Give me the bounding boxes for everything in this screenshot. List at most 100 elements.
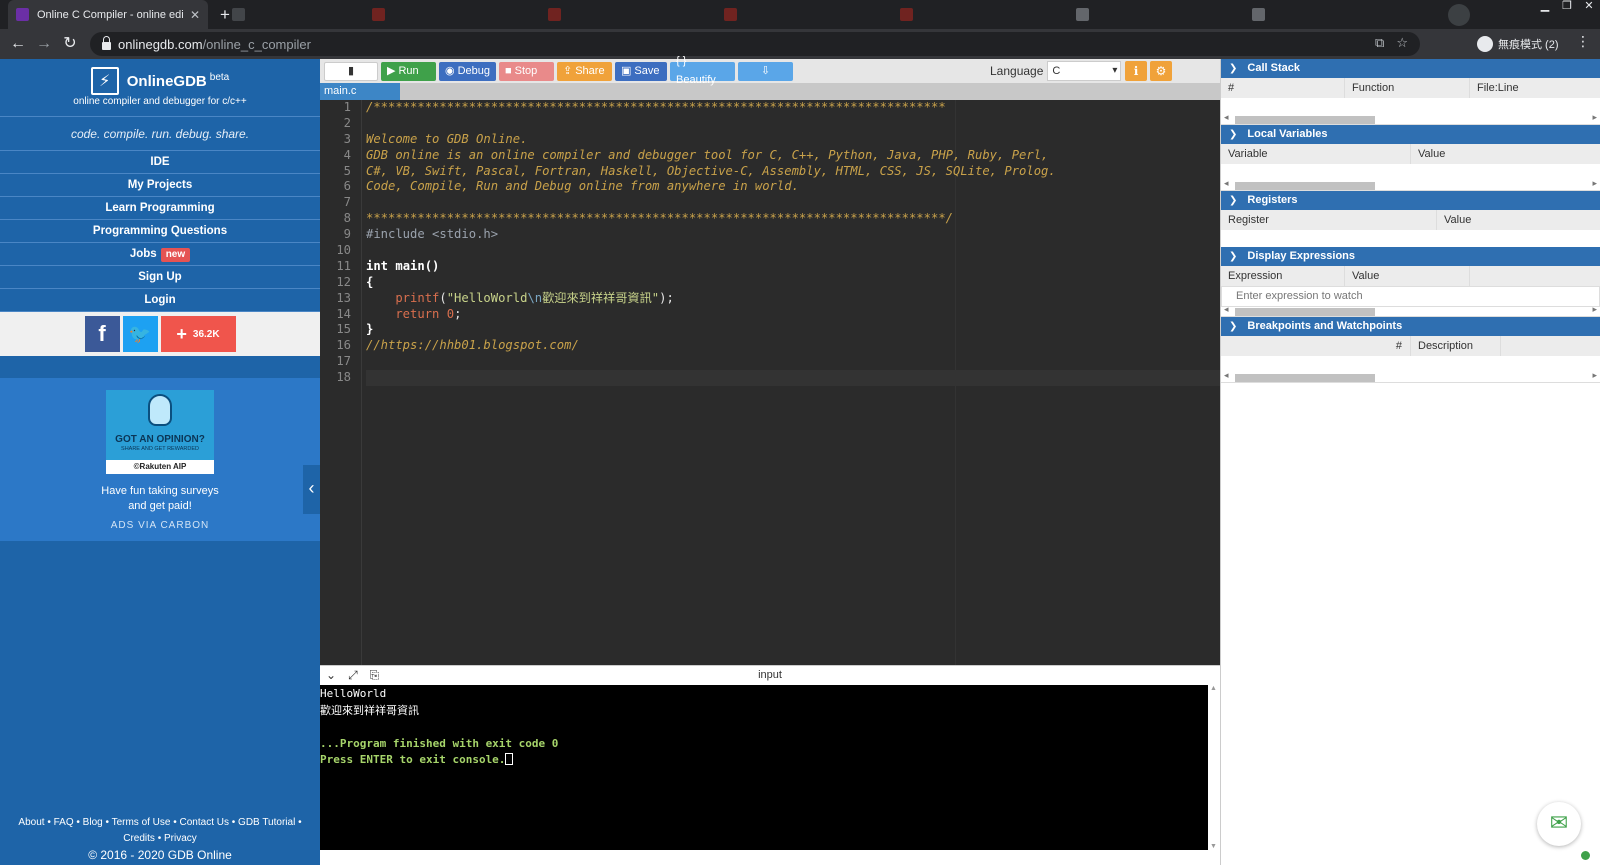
- back-arrow-icon[interactable]: ←: [8, 34, 28, 54]
- scroll-thumb[interactable]: [1235, 182, 1375, 190]
- stop-icon: ■: [505, 64, 512, 77]
- twitter-icon[interactable]: 🐦: [122, 316, 158, 352]
- watch-expression-input[interactable]: Enter expression to watch: [1221, 286, 1600, 307]
- info-icon[interactable]: ℹ: [1125, 61, 1147, 81]
- code-line-12[interactable]: {: [366, 275, 1220, 291]
- debug-button[interactable]: ◉ Debug: [439, 61, 496, 81]
- scroll-thumb[interactable]: [1235, 308, 1375, 316]
- facebook-icon[interactable]: f: [84, 316, 120, 352]
- code-line-14[interactable]: return 0;: [366, 307, 1220, 323]
- menu-item-programming-questions[interactable]: Programming Questions: [0, 220, 320, 243]
- code-line-16[interactable]: //https://hhb01.blogspot.com/: [366, 338, 1220, 354]
- footer-links-2[interactable]: Credits • Privacy: [0, 831, 320, 847]
- social-bar: f 🐦 +36.2K: [0, 312, 320, 356]
- file-tab-main-c[interactable]: main.c: [320, 83, 400, 100]
- menu-item-learn-programming[interactable]: Learn Programming: [0, 197, 320, 220]
- menu-item-my-projects[interactable]: My Projects: [0, 174, 320, 197]
- beautify-button[interactable]: { } Beautify: [670, 55, 735, 86]
- registers-header[interactable]: ❯ Registers: [1221, 191, 1600, 210]
- floppy-icon: ▣: [621, 64, 632, 77]
- browser-tab[interactable]: [224, 0, 364, 29]
- local-variables-header[interactable]: ❯ Local Variables: [1221, 125, 1600, 144]
- console-line: Press ENTER to exit console.: [320, 752, 1208, 769]
- tab-favicon-icon: [548, 8, 561, 21]
- new-tab-button[interactable]: +: [214, 4, 236, 26]
- address-bar[interactable]: onlinegdb.com /online_c_compiler ⧉ ☆: [90, 32, 1420, 56]
- run-button[interactable]: ▶ Run: [381, 61, 436, 81]
- horizontal-scrollbar[interactable]: [1221, 178, 1600, 191]
- code-line-17[interactable]: [366, 354, 1220, 370]
- code-lines[interactable]: /***************************************…: [366, 100, 1220, 387]
- forward-arrow-icon[interactable]: →: [34, 34, 54, 54]
- horizontal-scrollbar[interactable]: [1221, 304, 1600, 317]
- code-line-11[interactable]: int main(): [366, 259, 1220, 275]
- browser-tab[interactable]: [716, 0, 892, 29]
- tab-favicon-icon: [1252, 8, 1265, 21]
- reload-icon[interactable]: ↻: [60, 34, 80, 54]
- bookmark-star-icon[interactable]: ☆: [1396, 35, 1408, 51]
- output-console[interactable]: HelloWorld 歡迎來到祥祥哥資訊 ...Program finished…: [320, 685, 1208, 850]
- line-number: 12: [336, 274, 351, 289]
- tab-search-icon[interactable]: [1448, 4, 1470, 26]
- browser-tab[interactable]: [364, 0, 540, 29]
- language-select[interactable]: C: [1047, 61, 1122, 81]
- horizontal-scrollbar[interactable]: [1221, 112, 1600, 125]
- stop-button[interactable]: ■ Stop: [499, 61, 554, 81]
- code-line-18[interactable]: [366, 370, 1220, 387]
- scroll-thumb[interactable]: [1235, 374, 1375, 382]
- scroll-thumb[interactable]: [1235, 116, 1375, 124]
- browser-tab[interactable]: [892, 0, 1068, 29]
- menu-item-sign-up[interactable]: Sign Up: [0, 266, 320, 289]
- browser-tab-active[interactable]: Online C Compiler - online edi ✕: [8, 0, 208, 29]
- code-line-1[interactable]: /***************************************…: [366, 100, 1220, 116]
- translate-icon[interactable]: ⧉: [1375, 35, 1384, 51]
- code-line-13[interactable]: printf("HelloWorld\n歡迎來到祥祥哥資訊");: [366, 291, 1220, 307]
- share-count-button[interactable]: +36.2K: [160, 316, 236, 352]
- close-icon[interactable]: ✕: [190, 8, 200, 22]
- console-scrollbar[interactable]: [1208, 685, 1220, 850]
- code-line-5[interactable]: C#, VB, Swift, Pascal, Fortran, Haskell,…: [366, 164, 1220, 180]
- sidebar-collapse-chevron-icon[interactable]: ‹: [303, 465, 320, 514]
- call-stack-header[interactable]: ❯ Call Stack: [1221, 59, 1600, 78]
- incognito-profile[interactable]: 無痕模式 (2): [1477, 33, 1559, 55]
- window-close-icon[interactable]: ✕: [1578, 0, 1600, 14]
- terminal-cursor: [505, 753, 514, 765]
- code-editor[interactable]: 1 2 3 4 5 6 7 8 9 10 11 12 13 14 15 16 17 18 /***********…: [320, 100, 1220, 665]
- share-button[interactable]: ⇪ Share: [557, 61, 612, 81]
- code-line-15[interactable]: }: [366, 322, 1220, 338]
- browser-tab[interactable]: [540, 0, 716, 29]
- browser-menu-icon[interactable]: ⋮: [1576, 33, 1590, 50]
- url-host: onlinegdb.com: [118, 36, 203, 52]
- code-line-4[interactable]: GDB online is an online compiler and deb…: [366, 148, 1220, 164]
- code-line-8[interactable]: ****************************************…: [366, 211, 1220, 227]
- menu-item-login[interactable]: Login: [0, 289, 320, 312]
- minimize-icon[interactable]: ▁: [1534, 0, 1556, 14]
- gear-icon[interactable]: ⚙: [1150, 61, 1172, 81]
- display-expressions-header[interactable]: ❯ Display Expressions: [1221, 247, 1600, 266]
- menu-item-ide[interactable]: IDE: [0, 151, 320, 174]
- ads-via-carbon[interactable]: ADS VIA CARBON: [0, 520, 320, 531]
- code-line-9[interactable]: #include <stdio.h>: [366, 227, 1220, 243]
- tab-favicon-icon: [724, 8, 737, 21]
- code-line-10[interactable]: [366, 243, 1220, 259]
- save-button[interactable]: ▣ Save: [615, 61, 667, 81]
- download-button[interactable]: ⇩: [738, 61, 793, 81]
- code-line-3[interactable]: Welcome to GDB Online.: [366, 132, 1220, 148]
- code-line-2[interactable]: [366, 116, 1220, 132]
- horizontal-scrollbar[interactable]: [1221, 370, 1600, 383]
- browser-tab[interactable]: [1244, 0, 1384, 29]
- maximize-icon[interactable]: ❐: [1556, 0, 1578, 14]
- mail-icon[interactable]: ✉: [1537, 802, 1581, 846]
- code-line-6[interactable]: Code, Compile, Run and Debug online from…: [366, 179, 1220, 195]
- menu-item-jobs[interactable]: Jobs new: [0, 243, 320, 266]
- footer-links[interactable]: About • FAQ • Blog • Terms of Use • Cont…: [0, 815, 320, 831]
- new-file-button[interactable]: ▮: [324, 61, 378, 81]
- browser-tab[interactable]: [1068, 0, 1244, 29]
- carbon-ad[interactable]: GOT AN OPINION? SHARE AND GET REWARDED ©…: [0, 378, 320, 541]
- brand-header[interactable]: ⚡ OnlineGDB beta online compiler and debu…: [0, 59, 320, 117]
- code-line-7[interactable]: [366, 195, 1220, 211]
- ad-image[interactable]: GOT AN OPINION? SHARE AND GET REWARDED ©…: [106, 390, 214, 474]
- breakpoints-header[interactable]: ❯ Breakpoints and Watchpoints: [1221, 317, 1600, 336]
- line-number: 1: [343, 100, 351, 114]
- ad-text[interactable]: Have fun taking surveys and get paid!: [0, 484, 320, 514]
